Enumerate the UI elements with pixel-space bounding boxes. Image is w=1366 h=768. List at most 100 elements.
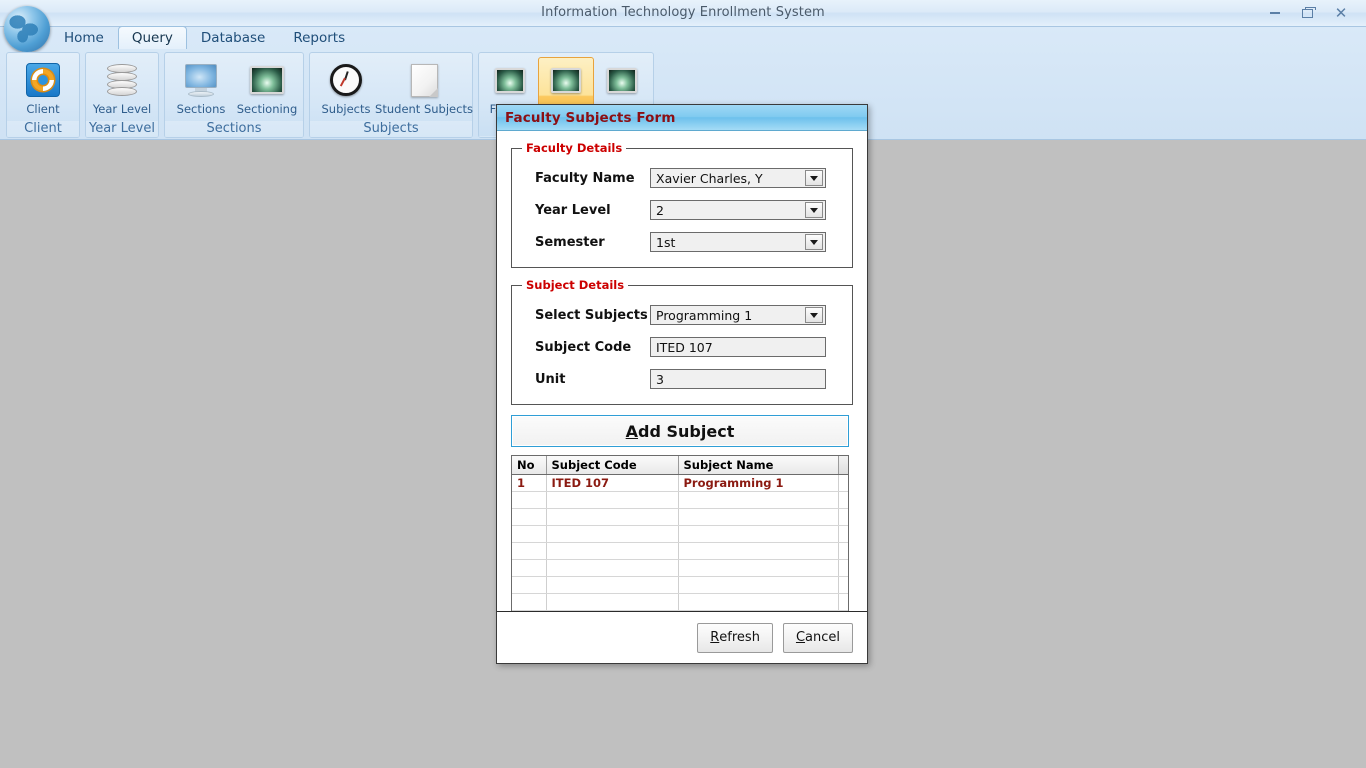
dialog-footer: Refresh Cancel [497,611,867,663]
clock-icon [326,61,366,99]
table-row-empty[interactable] [512,509,849,526]
ribbon-group-items: Sections Sectioning [165,53,303,121]
table-cell-empty[interactable] [512,526,546,543]
tab-label: Database [201,30,265,46]
table-cell-empty[interactable] [678,560,838,577]
subjects-table: No Subject Code Subject Name 1ITED 107Pr… [512,456,849,618]
table-cell-empty[interactable] [512,543,546,560]
table-cell-empty[interactable] [678,492,838,509]
ribbon-item-client[interactable]: Client [10,57,76,121]
table-row-empty[interactable] [512,492,849,509]
field-row-semester: Semester 1st [520,226,844,258]
subject-code-input[interactable]: ITED 107 [650,337,826,357]
ribbon-group-label: Subjects [310,121,472,137]
ribbon-group-items: Year Level [86,53,158,121]
globe-icon[interactable] [4,6,50,52]
select-subjects-combobox[interactable]: Programming 1 [650,305,826,325]
window-titlebar: Information Technology Enrollment System… [0,0,1366,27]
add-subject-accel: A [626,422,638,441]
table-header: No Subject Code Subject Name [512,456,849,475]
year-level-combobox[interactable]: 2 [650,200,826,220]
faculty-name-combobox[interactable]: Xavier Charles, Y [650,168,826,188]
chevron-down-icon[interactable] [805,307,823,323]
table-cell-spacer [838,492,849,509]
table-cell-empty[interactable] [546,492,678,509]
table-cell[interactable]: ITED 107 [546,475,678,492]
maximize-button[interactable] [1292,3,1322,23]
table-cell-empty[interactable] [678,526,838,543]
table-row-empty[interactable] [512,560,849,577]
unit-input[interactable]: 3 [650,369,826,389]
cancel-button[interactable]: Cancel [783,623,853,653]
chevron-down-icon[interactable] [805,234,823,250]
table-cell-empty[interactable] [512,577,546,594]
subject-code-control: ITED 107 [650,337,826,357]
ribbon-item-label: Client [26,102,59,116]
table-cell[interactable]: Programming 1 [678,475,838,492]
table-cell-empty[interactable] [678,543,838,560]
ribbon-item-subjects[interactable]: Subjects [313,57,379,121]
refresh-button[interactable]: Refresh [697,623,773,653]
select-subjects-control: Programming 1 [650,305,826,325]
subjects-grid[interactable]: No Subject Code Subject Name 1ITED 107Pr… [511,455,849,618]
table-cell-empty[interactable] [678,577,838,594]
table-cell-empty[interactable] [512,509,546,526]
table-cell-empty[interactable] [546,577,678,594]
year-level-value: 2 [651,203,805,218]
ribbon-item-label: Sectioning [237,102,298,116]
database-icon [102,61,142,99]
table-cell[interactable]: 1 [512,475,546,492]
field-row-unit: Unit 3 [520,363,844,395]
table-row-empty[interactable] [512,594,849,611]
ribbon-item-sectioning[interactable]: Sectioning [234,57,300,121]
table-cell-empty[interactable] [512,594,546,611]
table-cell-empty[interactable] [546,594,678,611]
ribbon-item-label: Subjects [322,102,371,116]
table-row-empty[interactable] [512,543,849,560]
table-cell-empty[interactable] [678,509,838,526]
table-cell-empty[interactable] [546,509,678,526]
tab-reports[interactable]: Reports [279,26,359,49]
tab-database[interactable]: Database [187,26,279,49]
table-row[interactable]: 1ITED 107Programming 1 [512,475,849,492]
table-body: 1ITED 107Programming 1 [512,475,849,619]
semester-control: 1st [650,232,826,252]
unit-label: Unit [520,372,650,387]
tab-query[interactable]: Query [118,26,187,49]
cancel-label: ancel [805,630,840,645]
ribbon-item-sections[interactable]: Sections [168,57,234,121]
ribbon-item-year-level[interactable]: Year Level [89,57,155,121]
close-icon: ✕ [1335,6,1348,21]
ribbon-item-student-subjects[interactable]: Student Subjects [379,57,469,121]
table-cell-spacer [838,577,849,594]
year-level-label: Year Level [520,203,650,218]
window-title: Information Technology Enrollment System [0,5,1366,20]
faculty-name-label: Faculty Name [520,171,650,186]
chevron-down-icon[interactable] [805,202,823,218]
table-cell-spacer [838,475,849,492]
column-header-no[interactable]: No [512,456,546,475]
tab-home[interactable]: Home [50,26,118,49]
close-button[interactable]: ✕ [1326,3,1356,23]
table-row-empty[interactable] [512,526,849,543]
table-row-empty[interactable] [512,577,849,594]
table-cell-empty[interactable] [546,560,678,577]
chevron-down-icon[interactable] [805,170,823,186]
table-cell-empty[interactable] [512,492,546,509]
table-cell-empty[interactable] [512,560,546,577]
column-header-subject-name[interactable]: Subject Name [678,456,838,475]
semester-combobox[interactable]: 1st [650,232,826,252]
column-header-subject-code[interactable]: Subject Code [546,456,678,475]
semester-label: Semester [520,235,650,250]
faculty-name-control: Xavier Charles, Y [650,168,826,188]
add-subject-button[interactable]: Add Subject [511,415,849,447]
table-cell-empty[interactable] [678,594,838,611]
ribbon-item-label: Sections [177,102,226,116]
tab-label: Reports [293,30,345,46]
unit-control: 3 [650,369,826,389]
ribbon-group-year-level: Year Level Year Level [85,52,159,138]
minimize-button[interactable] [1260,3,1290,23]
subject-details-group: Subject Details Select Subjects Programm… [511,278,853,405]
table-cell-empty[interactable] [546,543,678,560]
table-cell-empty[interactable] [546,526,678,543]
